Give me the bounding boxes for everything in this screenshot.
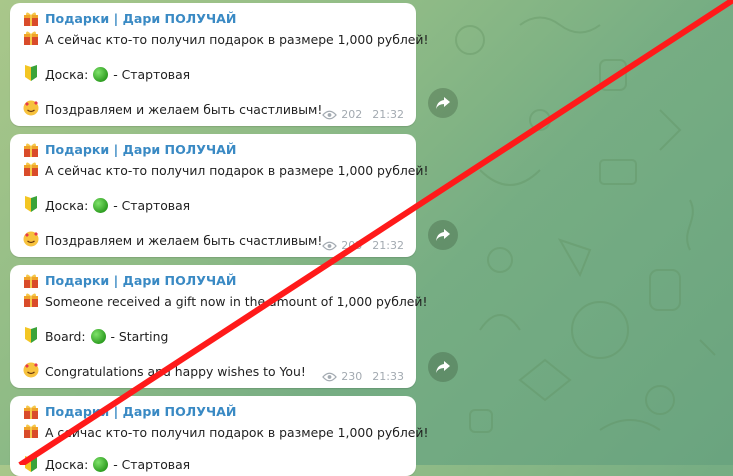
message-time: 21:33 (372, 370, 404, 383)
channel-name[interactable]: Подарки | Дари ПОЛУЧАЙ (45, 142, 236, 157)
message-bubble[interactable]: Подарки | Дари ПОЛУЧАЙ А сейчас кто-то п… (10, 3, 428, 126)
board-value: - Стартовая (113, 198, 191, 213)
green-circle-icon (90, 329, 106, 344)
share-arrow-icon (436, 361, 450, 373)
congrats-text: Поздравляем и желаем быть счастливым! (45, 102, 323, 117)
beginner-badge-icon (23, 65, 39, 81)
board-line: Board: - Starting (45, 329, 168, 344)
board-line: Доска: - Стартовая (45, 198, 190, 213)
share-arrow-icon (436, 229, 450, 241)
eye-icon (322, 372, 338, 381)
message-text: Someone received a gift now in the amoun… (45, 294, 428, 309)
board-value: - Стартовая (113, 67, 191, 82)
gift-icon (23, 292, 39, 308)
gift-icon (23, 30, 39, 46)
message-bubble[interactable]: Подарки | Дари ПОЛУЧАЙ А сейчас кто-то п… (10, 396, 428, 476)
message-time: 21:32 (372, 239, 404, 252)
view-count: 203 (341, 239, 363, 252)
beginner-badge-icon (23, 456, 39, 472)
gift-icon (23, 273, 39, 289)
message-time: 21:32 (372, 108, 404, 121)
eye-icon (322, 110, 338, 119)
message-bubble[interactable]: Подарки | Дари ПОЛУЧАЙ Someone received … (10, 265, 427, 388)
board-label: Доска: (45, 67, 89, 82)
share-button[interactable] (428, 352, 458, 382)
gift-icon (23, 11, 39, 27)
smiling-face-with-hearts-icon (23, 231, 39, 247)
share-button[interactable] (428, 88, 458, 118)
message-text: А сейчас кто-то получил подарок в размер… (45, 425, 429, 440)
green-circle-icon (93, 67, 109, 82)
congrats-text: Congratulations and happy wishes to You! (45, 364, 306, 379)
share-button[interactable] (428, 220, 458, 250)
board-label: Board: (45, 329, 86, 344)
message-meta: 202 21:32 (322, 108, 404, 121)
board-value: - Starting (110, 329, 169, 344)
channel-name[interactable]: Подарки | Дари ПОЛУЧАЙ (45, 273, 236, 288)
message-text: А сейчас кто-то получил подарок в размер… (45, 163, 429, 178)
channel-name[interactable]: Подарки | Дари ПОЛУЧАЙ (45, 404, 236, 419)
view-count: 202 (341, 108, 363, 121)
board-line: Доска: - Стартовая (45, 67, 190, 82)
message-text: А сейчас кто-то получил подарок в размер… (45, 32, 429, 47)
channel-name[interactable]: Подарки | Дари ПОЛУЧАЙ (45, 11, 236, 26)
gift-icon (23, 423, 39, 439)
view-count: 230 (341, 370, 363, 383)
smiling-face-with-hearts-icon (23, 100, 39, 116)
gift-icon (23, 404, 39, 420)
board-label: Доска: (45, 198, 89, 213)
smiling-face-with-hearts-icon (23, 362, 39, 378)
message-meta: 203 21:32 (322, 239, 404, 252)
eye-icon (322, 241, 338, 250)
message-bubble[interactable]: Подарки | Дари ПОЛУЧАЙ А сейчас кто-то п… (10, 134, 428, 257)
gift-icon (23, 142, 39, 158)
beginner-badge-icon (23, 196, 39, 212)
green-circle-icon (93, 198, 109, 213)
share-arrow-icon (436, 97, 450, 109)
gift-icon (23, 161, 39, 177)
message-meta: 230 21:33 (322, 370, 404, 383)
beginner-badge-icon (23, 327, 39, 343)
congrats-text: Поздравляем и желаем быть счастливым! (45, 233, 323, 248)
